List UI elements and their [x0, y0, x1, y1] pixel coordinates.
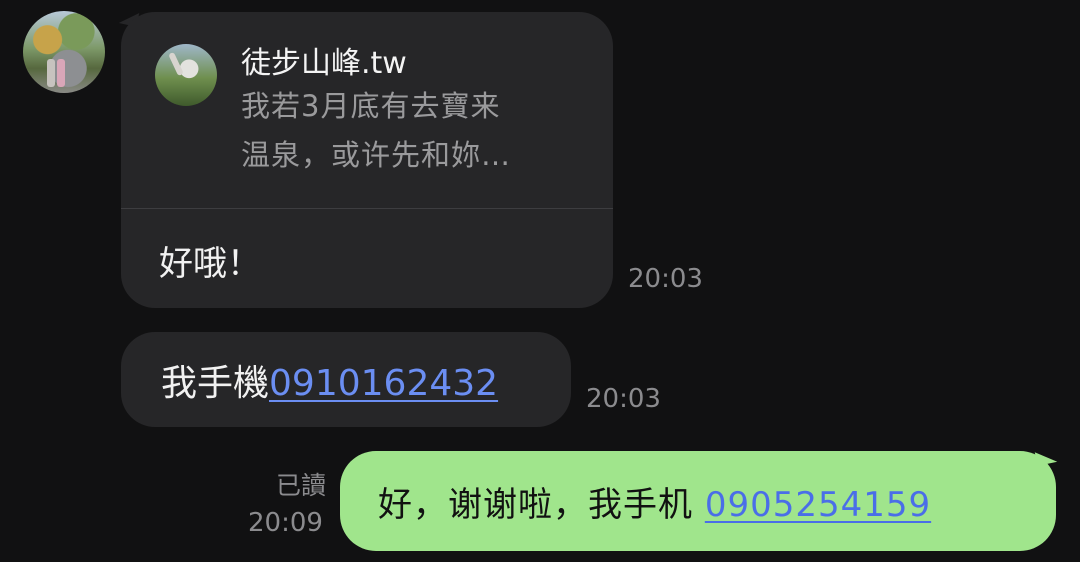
message-bubble-incoming[interactable]: 我手機0910162432	[121, 332, 571, 427]
quoted-message-text: 我若3月底有去寶来 温泉，或许先和妳…	[241, 89, 512, 172]
quoted-sender-name: 徒步山峰.tw	[241, 46, 407, 81]
message-text: 好哦！	[159, 244, 261, 284]
contact-avatar[interactable]	[23, 11, 105, 93]
phone-number-link[interactable]: 0910162432	[269, 363, 498, 404]
avatar-photo-figure	[47, 59, 55, 87]
quote-divider	[121, 208, 613, 209]
reply-quote[interactable]: 徒步山峰.tw 我若3月底有去寶来 温泉，或许先和妳…	[155, 44, 583, 174]
message-text: 我手機0910162432	[161, 363, 499, 404]
message-bubble-incoming[interactable]: 徒步山峰.tw 我若3月底有去寶来 温泉，或许先和妳… 好哦！	[121, 12, 613, 308]
avatar-photo-figure	[57, 59, 65, 87]
quoted-sender-avatar	[155, 44, 217, 106]
message-bubble-outgoing[interactable]: 好，谢谢啦，我手机 0905254159	[340, 451, 1056, 551]
read-receipt: 已讀	[275, 471, 326, 500]
message-timestamp: 20:09	[248, 508, 323, 538]
message-timestamp: 20:03	[586, 384, 661, 414]
message-timestamp: 20:03	[628, 264, 703, 294]
message-text: 好，谢谢啦，我手机 0905254159	[378, 485, 932, 525]
phone-number-link[interactable]: 0905254159	[705, 485, 931, 525]
